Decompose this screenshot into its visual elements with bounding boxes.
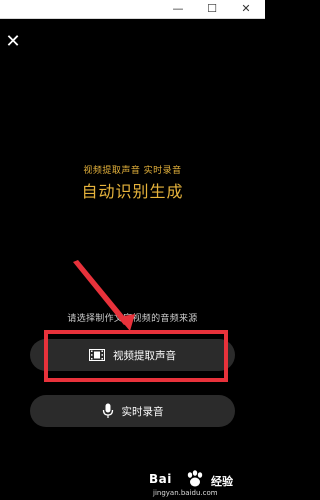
baidu-watermark: Bai 经验 jingyan.baidu.com	[149, 470, 261, 500]
annotation-arrow	[73, 260, 135, 331]
watermark-logo-text: Bai	[149, 472, 172, 486]
watermark-url: jingyan.baidu.com	[153, 489, 218, 497]
watermark-cn-text: 经验	[211, 475, 233, 488]
paw-icon	[185, 470, 207, 488]
